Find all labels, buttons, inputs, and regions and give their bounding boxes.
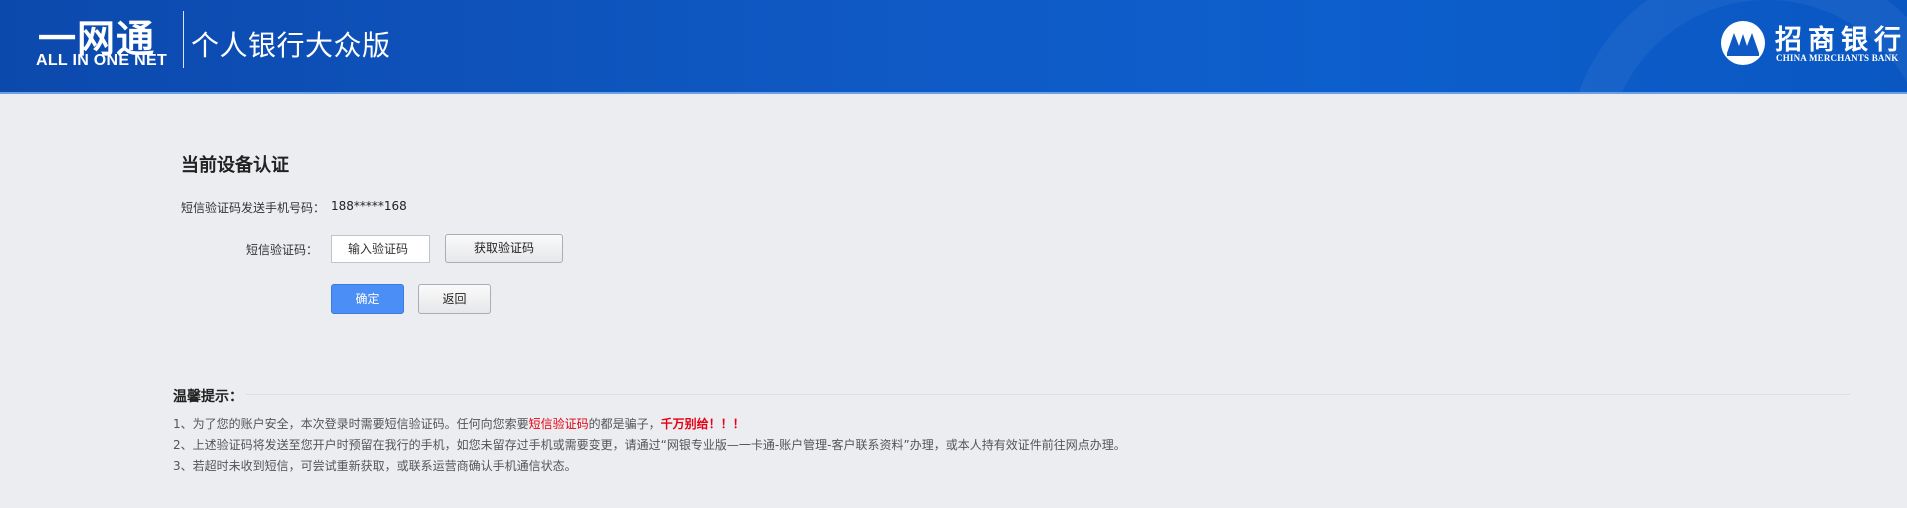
edition-title: 个人银行大众版 (191, 29, 391, 62)
back-button[interactable]: 返回 (418, 284, 491, 314)
tip-item-3: 3、若超时未收到短信，可尝试重新获取，或联系运营商确认手机通信状态。 (173, 459, 577, 473)
phone-label: 短信验证码发送手机号码： (181, 201, 326, 215)
tip1-highlight: 短信验证码 (528, 417, 589, 431)
tip-item-2: 2、上述验证码将发送至您开户时预留在我行的手机，如您未留存过手机或需要变更，请通… (173, 438, 1126, 452)
brand-logo-en: ALL IN ONE NET (36, 52, 168, 69)
phone-number: 188*****168 (331, 199, 407, 213)
brand-divider (183, 11, 184, 68)
tip1-text: 1、为了您的账户安全，本次登录时需要短信验证码。任何向您索要 (173, 417, 529, 431)
header-bar: 一网通 ALL IN ONE NET 个人银行大众版 招商银行 CHINA ME… (0, 0, 1907, 94)
tip1-middle: 的都是骗子， (588, 417, 661, 431)
cmb-logo-icon (1721, 21, 1765, 65)
page-title: 当前设备认证 (181, 155, 289, 176)
confirm-button[interactable]: 确定 (331, 284, 404, 314)
tip1-warning: 千万别给！！！ (660, 417, 745, 431)
tip-item-1: 1、为了您的账户安全，本次登录时需要短信验证码。任何向您索要短信验证码的都是骗子… (173, 415, 745, 432)
get-code-button[interactable]: 获取验证码 (445, 234, 563, 263)
tips-divider (246, 394, 1850, 395)
sms-code-input[interactable] (331, 235, 430, 263)
tips-title: 温馨提示： (173, 389, 243, 405)
bank-name: 招商银行 (1775, 25, 1907, 56)
bank-name-en: CHINA MERCHANTS BANK (1776, 53, 1899, 63)
sms-code-label: 短信验证码： (245, 243, 318, 257)
